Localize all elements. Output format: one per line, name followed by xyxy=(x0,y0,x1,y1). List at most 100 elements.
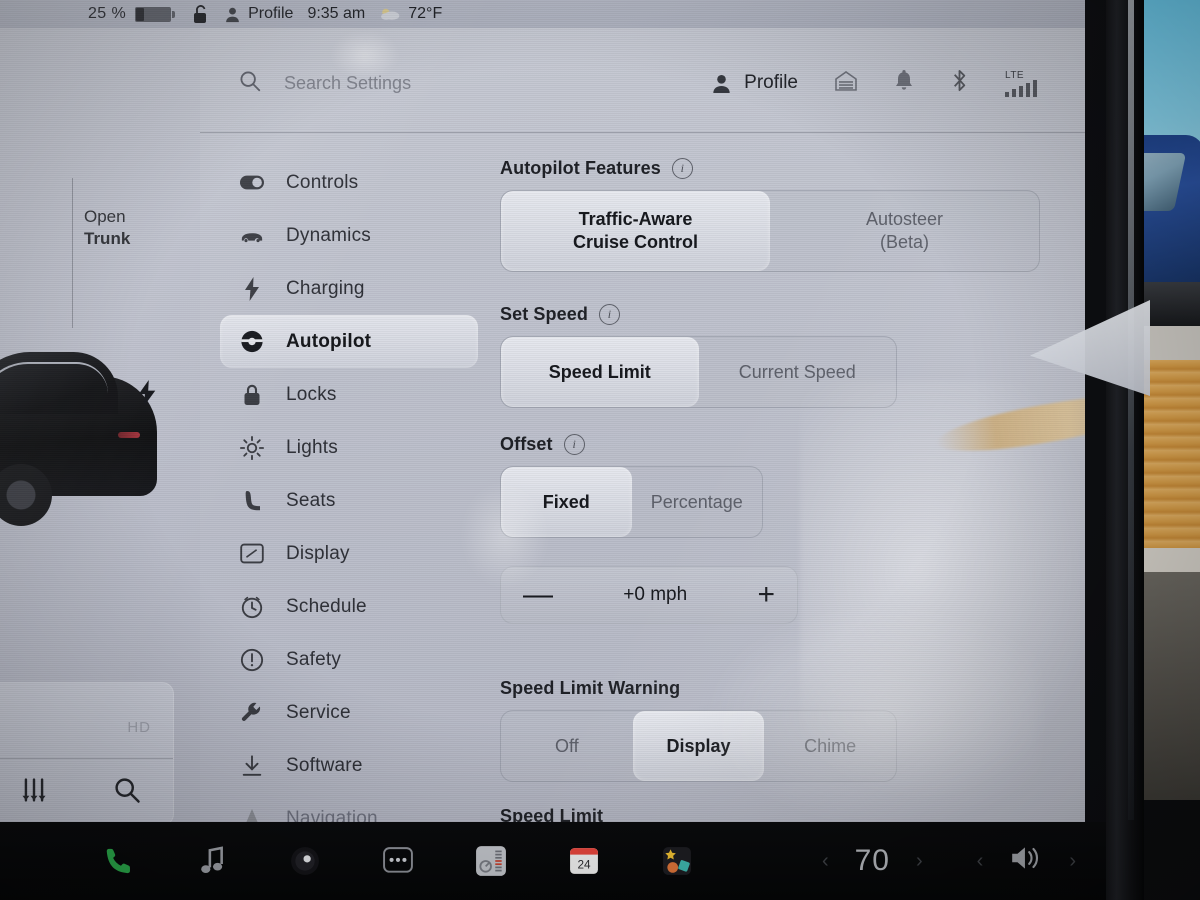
chevron-right-icon[interactable]: › xyxy=(1069,850,1076,873)
clock-icon xyxy=(240,595,264,619)
sidebar-item-safety[interactable]: Safety xyxy=(220,633,478,686)
chevron-left-icon[interactable]: ‹ xyxy=(822,850,829,873)
bluetooth-icon[interactable] xyxy=(950,68,969,98)
wrench-icon xyxy=(240,701,264,725)
sidebar-item-controls[interactable]: Controls xyxy=(220,156,478,209)
section-title-autopilot-features: Autopilot Features xyxy=(500,158,661,178)
sidebar-item-autopilot[interactable]: Autopilot xyxy=(220,315,478,368)
search-icon[interactable] xyxy=(238,69,262,98)
bottom-dock: 24 ‹ 70 › ‹ › xyxy=(0,822,1112,900)
option-speed-limit[interactable]: Speed Limit xyxy=(501,337,699,407)
music-app-icon[interactable] xyxy=(193,842,231,880)
sliders-icon[interactable] xyxy=(19,775,49,810)
navigation-arrow-icon xyxy=(240,807,264,822)
status-bar: 25 % Profile 9:35 am 72°F xyxy=(0,0,1085,28)
speaker-icon[interactable] xyxy=(1009,844,1043,878)
bolt-icon xyxy=(240,276,264,301)
option-fixed[interactable]: Fixed xyxy=(501,467,632,537)
hd-badge: HD xyxy=(127,719,151,736)
vehicle-render[interactable] xyxy=(0,346,172,536)
info-icon[interactable]: i xyxy=(563,434,585,455)
profile-label: Profile xyxy=(744,72,798,93)
option-warning-chime[interactable]: Chime xyxy=(764,711,896,781)
sidebar-item-schedule[interactable]: Schedule xyxy=(220,580,478,633)
sidebar-label-locks: Locks xyxy=(286,383,337,405)
calendar-app-icon[interactable]: 24 xyxy=(565,842,603,880)
sidebar-label-safety: Safety xyxy=(286,648,342,670)
option-traffic-aware-cruise-control[interactable]: Traffic-Aware Cruise Control xyxy=(501,191,770,271)
radio-app-icon[interactable] xyxy=(472,842,510,880)
media-card[interactable]: HD xyxy=(0,682,174,822)
section-title-offset: Offset xyxy=(500,434,553,454)
info-icon[interactable]: i xyxy=(598,304,620,325)
svg-text:24: 24 xyxy=(577,859,591,872)
autosteer-line1: Autosteer xyxy=(865,209,944,229)
camera-app-icon[interactable] xyxy=(286,842,324,880)
media-search-icon[interactable] xyxy=(112,775,142,810)
header-divider xyxy=(200,132,1085,133)
section-speed-limit-warning: Speed Limit Warning Off Display Chime xyxy=(500,678,1040,782)
sidebar-label-seats: Seats xyxy=(286,489,336,511)
option-percentage[interactable]: Percentage xyxy=(632,467,763,537)
sidebar-item-dynamics[interactable]: Dynamics xyxy=(220,209,478,262)
lte-signal-icon[interactable]: LTE xyxy=(1005,70,1039,97)
sidebar-label-schedule: Schedule xyxy=(286,595,367,617)
car-icon xyxy=(240,224,264,248)
option-current-speed[interactable]: Current Speed xyxy=(699,337,897,407)
weather-status[interactable]: 72°F xyxy=(379,5,442,23)
sidebar-label-lights: Lights xyxy=(286,436,338,458)
garage-door-icon[interactable] xyxy=(834,70,858,97)
autosteer-line2: (Beta) xyxy=(879,232,929,252)
toybox-app-icon[interactable] xyxy=(658,842,696,880)
open-trunk-line2: Trunk xyxy=(84,229,131,248)
phone-app-icon[interactable] xyxy=(100,842,138,880)
section-set-speed: Set Speed i Speed Limit Current Speed xyxy=(500,304,1040,408)
sidebar-label-controls: Controls xyxy=(286,171,359,193)
settings-nav-list: Controls Dynamics Charging Autopilot Loc… xyxy=(220,156,478,822)
sidebar-label-software: Software xyxy=(286,754,363,776)
settings-panel: Search Settings Profile LTE Controls Dyn… xyxy=(200,28,1085,822)
section-title-speed-limit: Speed Limit xyxy=(500,806,604,822)
screen-bezel: 25 % Profile 9:35 am 72°F Open Trunk HD … xyxy=(0,0,1112,900)
chevron-right-icon[interactable]: › xyxy=(916,850,923,873)
section-speed-limit: Speed Limit Relative Absolute xyxy=(500,806,1040,822)
info-icon[interactable]: i xyxy=(671,158,693,179)
option-autosteer-beta[interactable]: Autosteer (Beta) xyxy=(770,191,1039,271)
unlock-icon[interactable] xyxy=(193,4,210,24)
lightning-bolt-icon[interactable] xyxy=(136,380,158,413)
offset-increase-button[interactable]: + xyxy=(757,580,775,610)
sidebar-item-service[interactable]: Service xyxy=(220,686,478,739)
sidebar-item-charging[interactable]: Charging xyxy=(220,262,478,315)
option-warning-off[interactable]: Off xyxy=(501,711,633,781)
sidebar-item-software[interactable]: Software xyxy=(220,739,478,792)
status-profile[interactable]: Profile xyxy=(224,5,293,23)
status-profile-label: Profile xyxy=(248,5,294,22)
profile-button[interactable]: Profile xyxy=(711,72,798,94)
offset-decrease-button[interactable]: — xyxy=(523,580,553,610)
section-title-speed-limit-warning: Speed Limit Warning xyxy=(500,678,681,698)
open-trunk-label[interactable]: Open Trunk xyxy=(84,206,130,250)
bell-icon[interactable] xyxy=(894,69,914,97)
sidebar-item-lights[interactable]: Lights xyxy=(220,421,478,474)
open-trunk-line1: Open xyxy=(84,207,126,226)
search-input[interactable]: Search Settings xyxy=(284,73,411,94)
toggle-icon xyxy=(240,171,264,195)
more-apps-icon[interactable] xyxy=(379,842,417,880)
battery-icon xyxy=(135,6,176,22)
sun-icon xyxy=(240,435,264,460)
screen-icon xyxy=(240,542,264,566)
settings-content: Autopilot Features i Traffic-Aware Cruis… xyxy=(500,158,1040,822)
sidebar-item-seats[interactable]: Seats xyxy=(220,474,478,527)
battery-percent-label: 25 % xyxy=(88,5,127,22)
sidebar-item-locks[interactable]: Locks xyxy=(220,368,478,421)
vehicle-pane: Open Trunk HD xyxy=(0,28,200,822)
download-icon xyxy=(240,754,264,778)
sidebar-item-navigation[interactable]: Navigation xyxy=(220,792,478,822)
sidebar-item-display[interactable]: Display xyxy=(220,527,478,580)
option-warning-display[interactable]: Display xyxy=(632,711,765,781)
segmented-autopilot-features: Traffic-Aware Cruise Control Autosteer (… xyxy=(500,190,1040,272)
touchscreen-display: 25 % Profile 9:35 am 72°F Open Trunk HD … xyxy=(0,0,1085,822)
sidebar-label-display: Display xyxy=(286,542,350,564)
chevron-left-icon[interactable]: ‹ xyxy=(977,850,984,873)
section-title-set-speed: Set Speed xyxy=(500,304,588,324)
